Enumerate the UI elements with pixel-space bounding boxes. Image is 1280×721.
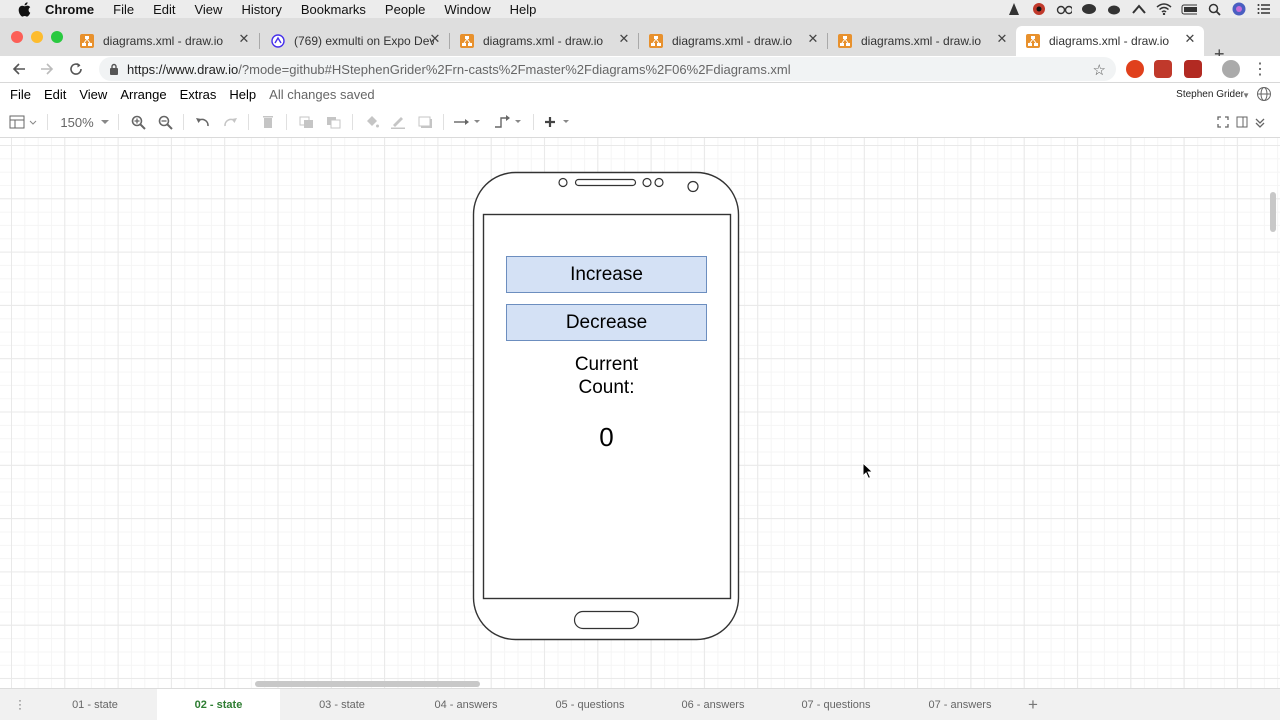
page-tab[interactable]: 05 - questions (528, 689, 652, 721)
page-tab[interactable]: 03 - state (280, 689, 404, 721)
count-label-line: Current (574, 354, 639, 375)
add-page-button[interactable]: + (1028, 695, 1038, 715)
page-tab[interactable]: 01 - state (33, 689, 157, 721)
horizontal-scrollbar[interactable] (255, 681, 480, 687)
page-tab[interactable]: 07 - questions (774, 689, 898, 721)
count-value[interactable]: 0 (570, 422, 643, 453)
count-label-line: Count: (578, 377, 635, 398)
page-tab[interactable]: 06 - answers (652, 689, 774, 721)
increase-button[interactable]: Increase (506, 256, 707, 293)
mouse-cursor-icon (862, 462, 874, 480)
vertical-scrollbar[interactable] (1270, 192, 1276, 232)
page-tab[interactable]: 07 - answers (898, 689, 1022, 721)
page-tab[interactable]: 04 - answers (404, 689, 528, 721)
decrease-button[interactable]: Decrease (506, 304, 707, 341)
pages-menu-icon[interactable]: · · · (18, 694, 24, 714)
page-tab-active[interactable]: 02 - state (157, 689, 280, 721)
page-tabs-bar: · · · 01 - state 02 - state 03 - state 04 … (0, 688, 1280, 721)
current-count-label[interactable]: Current Count: (530, 353, 683, 399)
